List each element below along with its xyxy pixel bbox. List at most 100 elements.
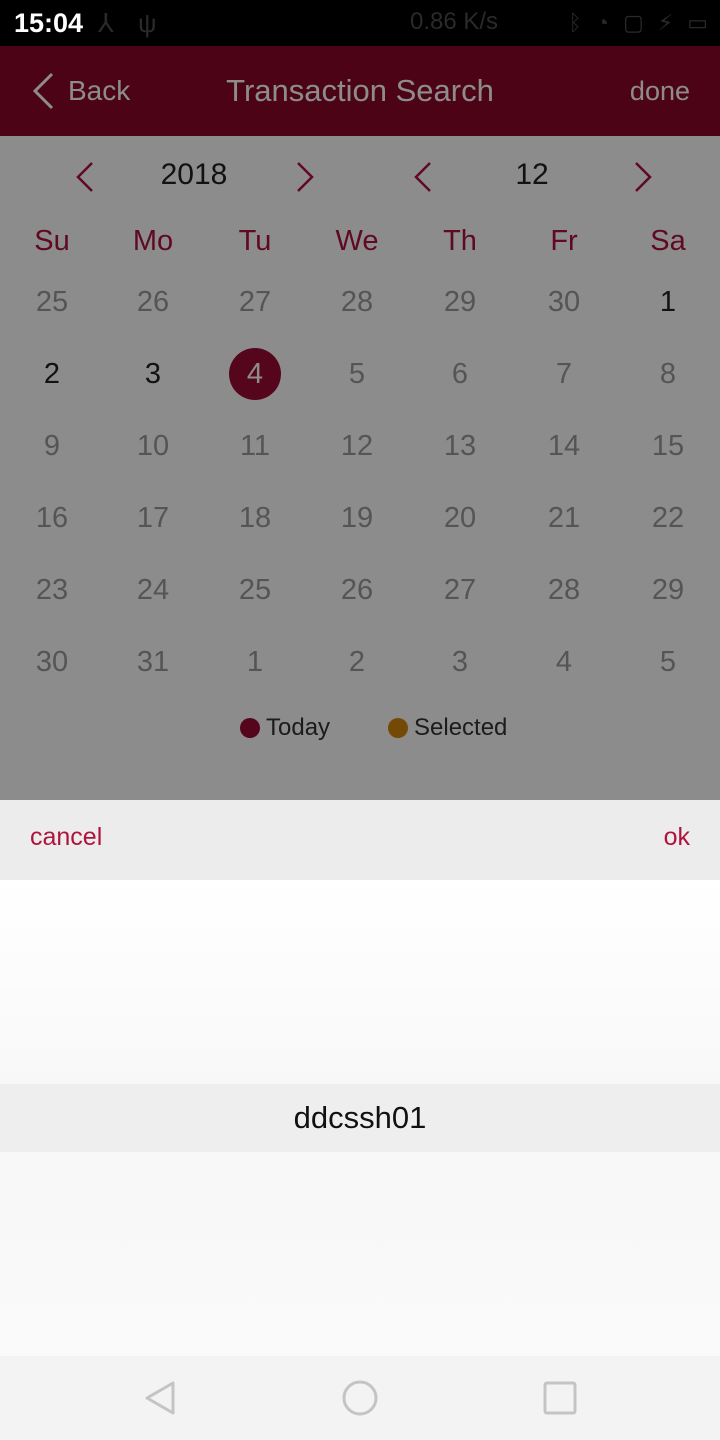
calendar-day[interactable]: 23 xyxy=(0,554,104,626)
calendar-day[interactable]: 2 xyxy=(0,338,104,410)
calendar-day[interactable]: 9 xyxy=(0,410,104,482)
calendar-day[interactable]: 16 xyxy=(0,482,104,554)
calendar-day[interactable]: 12 xyxy=(305,410,409,482)
calendar-day[interactable]: 2 xyxy=(305,626,409,698)
calendar-day-number: 14 xyxy=(547,430,581,462)
battery-icon: ▭ xyxy=(687,10,708,35)
calendar-day[interactable]: 4 xyxy=(512,626,616,698)
calendar-day-number: 19 xyxy=(340,502,374,534)
calendar-day-number: 23 xyxy=(35,574,69,606)
calendar-day[interactable]: 15 xyxy=(616,410,720,482)
calendar-day[interactable]: 1 xyxy=(203,626,307,698)
picker-toolbar: cancel ok xyxy=(0,800,720,880)
calendar-day[interactable]: 5 xyxy=(616,626,720,698)
calendar-day[interactable]: 4 xyxy=(203,338,307,410)
calendar-day[interactable]: 27 xyxy=(203,266,307,338)
chevron-right-icon xyxy=(297,162,314,192)
calendar-day[interactable]: 26 xyxy=(101,266,205,338)
calendar-day-number: 18 xyxy=(238,502,272,534)
calendar-day[interactable]: 11 xyxy=(203,410,307,482)
calendar-day[interactable]: 17 xyxy=(101,482,205,554)
today-dot-icon xyxy=(240,718,260,738)
calendar-day-number: 26 xyxy=(340,574,374,606)
next-month-button[interactable] xyxy=(628,160,658,194)
calendar-day[interactable]: 30 xyxy=(0,626,104,698)
square-recents-icon xyxy=(543,1381,577,1415)
calendar-day[interactable]: 18 xyxy=(203,482,307,554)
calendar-day[interactable]: 22 xyxy=(616,482,720,554)
calendar-day-number: 2 xyxy=(348,646,366,678)
month-label: 12 xyxy=(515,158,549,191)
back-label: Back xyxy=(68,75,131,106)
calendar-day-number: 28 xyxy=(340,286,374,318)
status-bar: 15:04 ⅄ ψ 0.86 K/s ᛒ ◔ ▢ ⚡ ▭ xyxy=(0,0,720,46)
calendar-day[interactable]: 13 xyxy=(408,410,512,482)
calendar-day[interactable]: 29 xyxy=(616,554,720,626)
ok-button[interactable]: ok xyxy=(664,800,690,880)
calendar-day-number: 30 xyxy=(547,286,581,318)
calendar-day[interactable]: 30 xyxy=(512,266,616,338)
calendar-day-number: 6 xyxy=(451,358,469,390)
calendar-day-number: 15 xyxy=(651,430,685,462)
network-speed: 0.86 K/s xyxy=(410,8,499,35)
calendar: 2018 12 Su Mo Tu We Th Fr Sa 25 26 27 28 29 3… xyxy=(0,136,720,800)
weekday-label: We xyxy=(335,225,379,257)
calendar-day[interactable]: 6 xyxy=(408,338,512,410)
calendar-day[interactable]: 24 xyxy=(101,554,205,626)
prev-month-button[interactable] xyxy=(408,160,438,194)
status-time: 15:04 xyxy=(14,8,84,38)
weekday-label: Fr xyxy=(550,225,578,257)
calendar-day[interactable]: 19 xyxy=(305,482,409,554)
calendar-day[interactable]: 14 xyxy=(512,410,616,482)
calendar-day[interactable]: 28 xyxy=(512,554,616,626)
calendar-day[interactable]: 31 xyxy=(101,626,205,698)
calendar-day[interactable]: 3 xyxy=(408,626,512,698)
nav-recents-button[interactable] xyxy=(540,1378,580,1418)
nav-home-button[interactable] xyxy=(340,1378,380,1418)
year-label: 2018 xyxy=(160,158,228,191)
cancel-button[interactable]: cancel xyxy=(30,800,102,880)
calendar-day[interactable]: 27 xyxy=(408,554,512,626)
calendar-day[interactable]: 21 xyxy=(512,482,616,554)
chevron-left-icon xyxy=(414,162,431,192)
calendar-day[interactable]: 5 xyxy=(305,338,409,410)
calendar-day[interactable]: 29 xyxy=(408,266,512,338)
calendar-day[interactable]: 3 xyxy=(101,338,205,410)
calendar-day[interactable]: 20 xyxy=(408,482,512,554)
legend-today-label: Today xyxy=(266,714,331,741)
calendar-day[interactable]: 7 xyxy=(512,338,616,410)
next-year-button[interactable] xyxy=(290,160,320,194)
legend-today: Today xyxy=(240,714,330,742)
calendar-day-number: 29 xyxy=(443,286,477,318)
calendar-legend: Today Selected xyxy=(0,714,720,748)
person-icon: ⅄ xyxy=(98,8,114,38)
calendar-day[interactable]: 25 xyxy=(203,554,307,626)
calendar-day-number: 3 xyxy=(144,358,162,390)
back-button[interactable]: Back xyxy=(30,46,130,136)
calendar-day[interactable]: 26 xyxy=(305,554,409,626)
picker-selected-item[interactable]: ddcssh01 xyxy=(0,1084,720,1152)
calendar-day[interactable]: 1 xyxy=(616,266,720,338)
calendar-day-number: 29 xyxy=(651,574,685,606)
charging-icon: ⚡ xyxy=(657,10,674,35)
picker-wheel[interactable]: ddcssh01 xyxy=(0,880,720,1356)
calendar-day[interactable]: 8 xyxy=(616,338,720,410)
calendar-day-number: 28 xyxy=(547,574,581,606)
calendar-day[interactable]: 28 xyxy=(305,266,409,338)
wifi-icon: ◔ xyxy=(595,10,609,35)
circle-home-icon xyxy=(342,1380,378,1416)
status-icons: ᛒ ◔ ▢ ⚡ ▭ xyxy=(568,10,708,36)
prev-year-button[interactable] xyxy=(70,160,100,194)
calendar-day-number: 11 xyxy=(239,430,271,462)
selected-dot-icon xyxy=(388,718,408,738)
calendar-day[interactable]: 10 xyxy=(101,410,205,482)
calendar-day-number: 2 xyxy=(43,358,61,390)
weekday-label: Th xyxy=(443,225,477,257)
weekday-header: Su Mo Tu We Th Fr Sa xyxy=(0,221,720,265)
done-button[interactable]: done xyxy=(630,46,690,136)
nav-back-button[interactable] xyxy=(140,1378,180,1418)
calendar-day-number: 12 xyxy=(340,430,374,462)
weekday-label: Su xyxy=(34,225,70,257)
calendar-day[interactable]: 25 xyxy=(0,266,104,338)
calendar-day-number: 20 xyxy=(443,502,477,534)
